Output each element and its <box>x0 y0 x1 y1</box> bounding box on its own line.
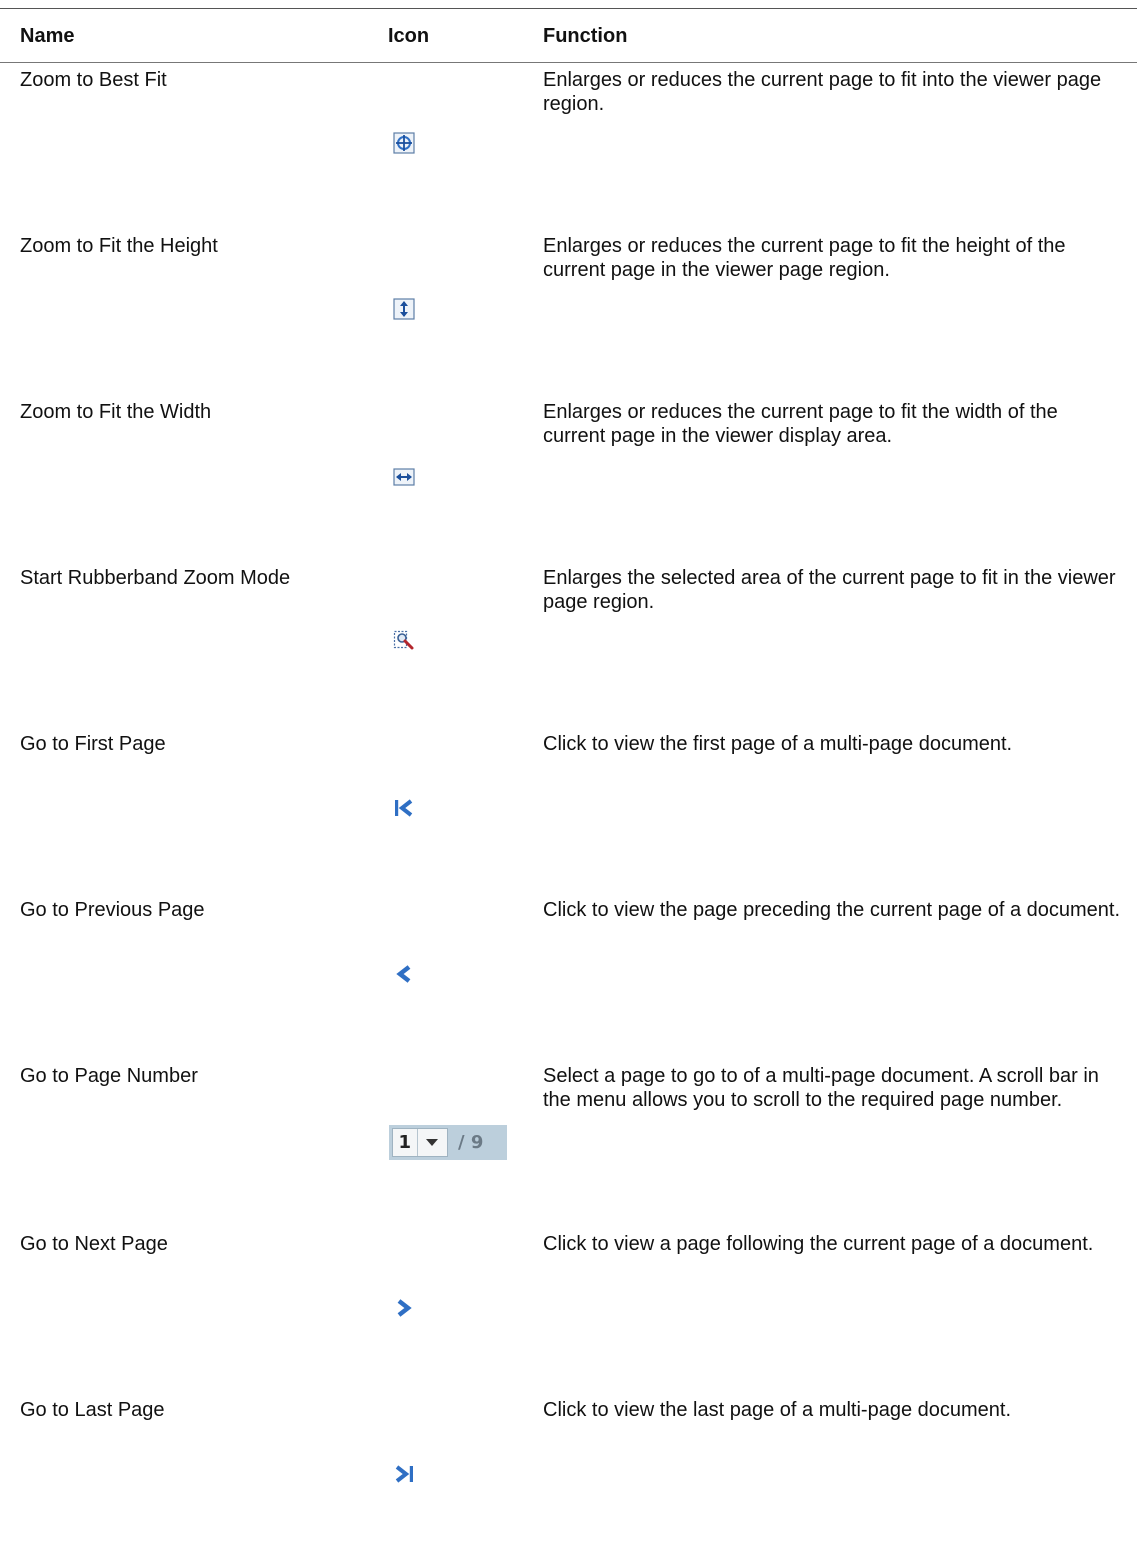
row-name: Go to Previous Page <box>20 899 205 921</box>
last-page-icon <box>393 1463 415 1485</box>
row-name: Zoom to Fit the Width <box>20 401 212 423</box>
table-row: Go to Previous Page Click to view the pa… <box>0 893 1137 1059</box>
function-table: Name Icon Function Zoom to Best Fit Enla… <box>0 8 1137 1559</box>
row-function: Select a page to go to of a multi-page d… <box>543 1065 1099 1111</box>
next-page-icon <box>393 1297 415 1319</box>
row-function: Click to view the page preceding the cur… <box>543 899 1121 921</box>
row-function: Click to view the first page of a multi-… <box>543 733 1013 755</box>
table-row: Go to Next Page Click to view a page fol… <box>0 1227 1137 1393</box>
table-header: Name Icon Function <box>0 9 1137 63</box>
current-page-number: 1 <box>398 1132 412 1153</box>
header-function: Function <box>543 25 628 47</box>
row-function: Click to view a page following the curre… <box>543 1233 1094 1255</box>
row-function: Enlarges or reduces the current page to … <box>543 401 1058 447</box>
table-row: Start Rubberband Zoom Mode Enlarges the … <box>0 561 1137 727</box>
row-name: Start Rubberband Zoom Mode <box>20 567 291 589</box>
zoom-fit-height-icon <box>393 298 415 320</box>
row-name: Go to Last Page <box>20 1399 165 1421</box>
page-number-selector: 1 / 9 <box>389 1125 507 1160</box>
row-name: Zoom to Best Fit <box>20 69 167 91</box>
table-row: Go to Last Page Click to view the last p… <box>0 1393 1137 1559</box>
row-function: Enlarges or reduces the current page to … <box>543 69 1102 115</box>
row-function: Enlarges the selected area of the curren… <box>543 567 1116 613</box>
row-name: Zoom to Fit the Height <box>20 235 218 257</box>
rubberband-zoom-icon <box>393 630 415 652</box>
zoom-best-fit-icon <box>393 132 415 154</box>
row-function: Enlarges or reduces the current page to … <box>543 235 1066 281</box>
table-row: Zoom to Fit the Width Enlarges or reduce… <box>0 395 1137 561</box>
first-page-icon <box>393 797 415 819</box>
zoom-fit-width-icon <box>393 466 415 488</box>
table-row: Go to Page Number 1 / 9 Select a page to… <box>0 1059 1137 1227</box>
row-name: Go to First Page <box>20 733 166 755</box>
table-row: Go to First Page Click to view the first… <box>0 727 1137 893</box>
row-function: Click to view the last page of a multi-p… <box>543 1399 1012 1421</box>
total-pages: / 9 <box>458 1132 484 1153</box>
table-row: Zoom to Fit the Height Enlarges or reduc… <box>0 229 1137 395</box>
page-number-field: 1 <box>392 1128 448 1157</box>
chevron-down-icon <box>416 1129 447 1156</box>
header-name: Name <box>20 25 75 47</box>
table-row: Zoom to Best Fit Enlarges or reduces the… <box>0 63 1137 229</box>
header-icon: Icon <box>388 25 430 47</box>
previous-page-icon <box>393 963 415 985</box>
row-name: Go to Page Number <box>20 1065 198 1087</box>
row-name: Go to Next Page <box>20 1233 168 1255</box>
